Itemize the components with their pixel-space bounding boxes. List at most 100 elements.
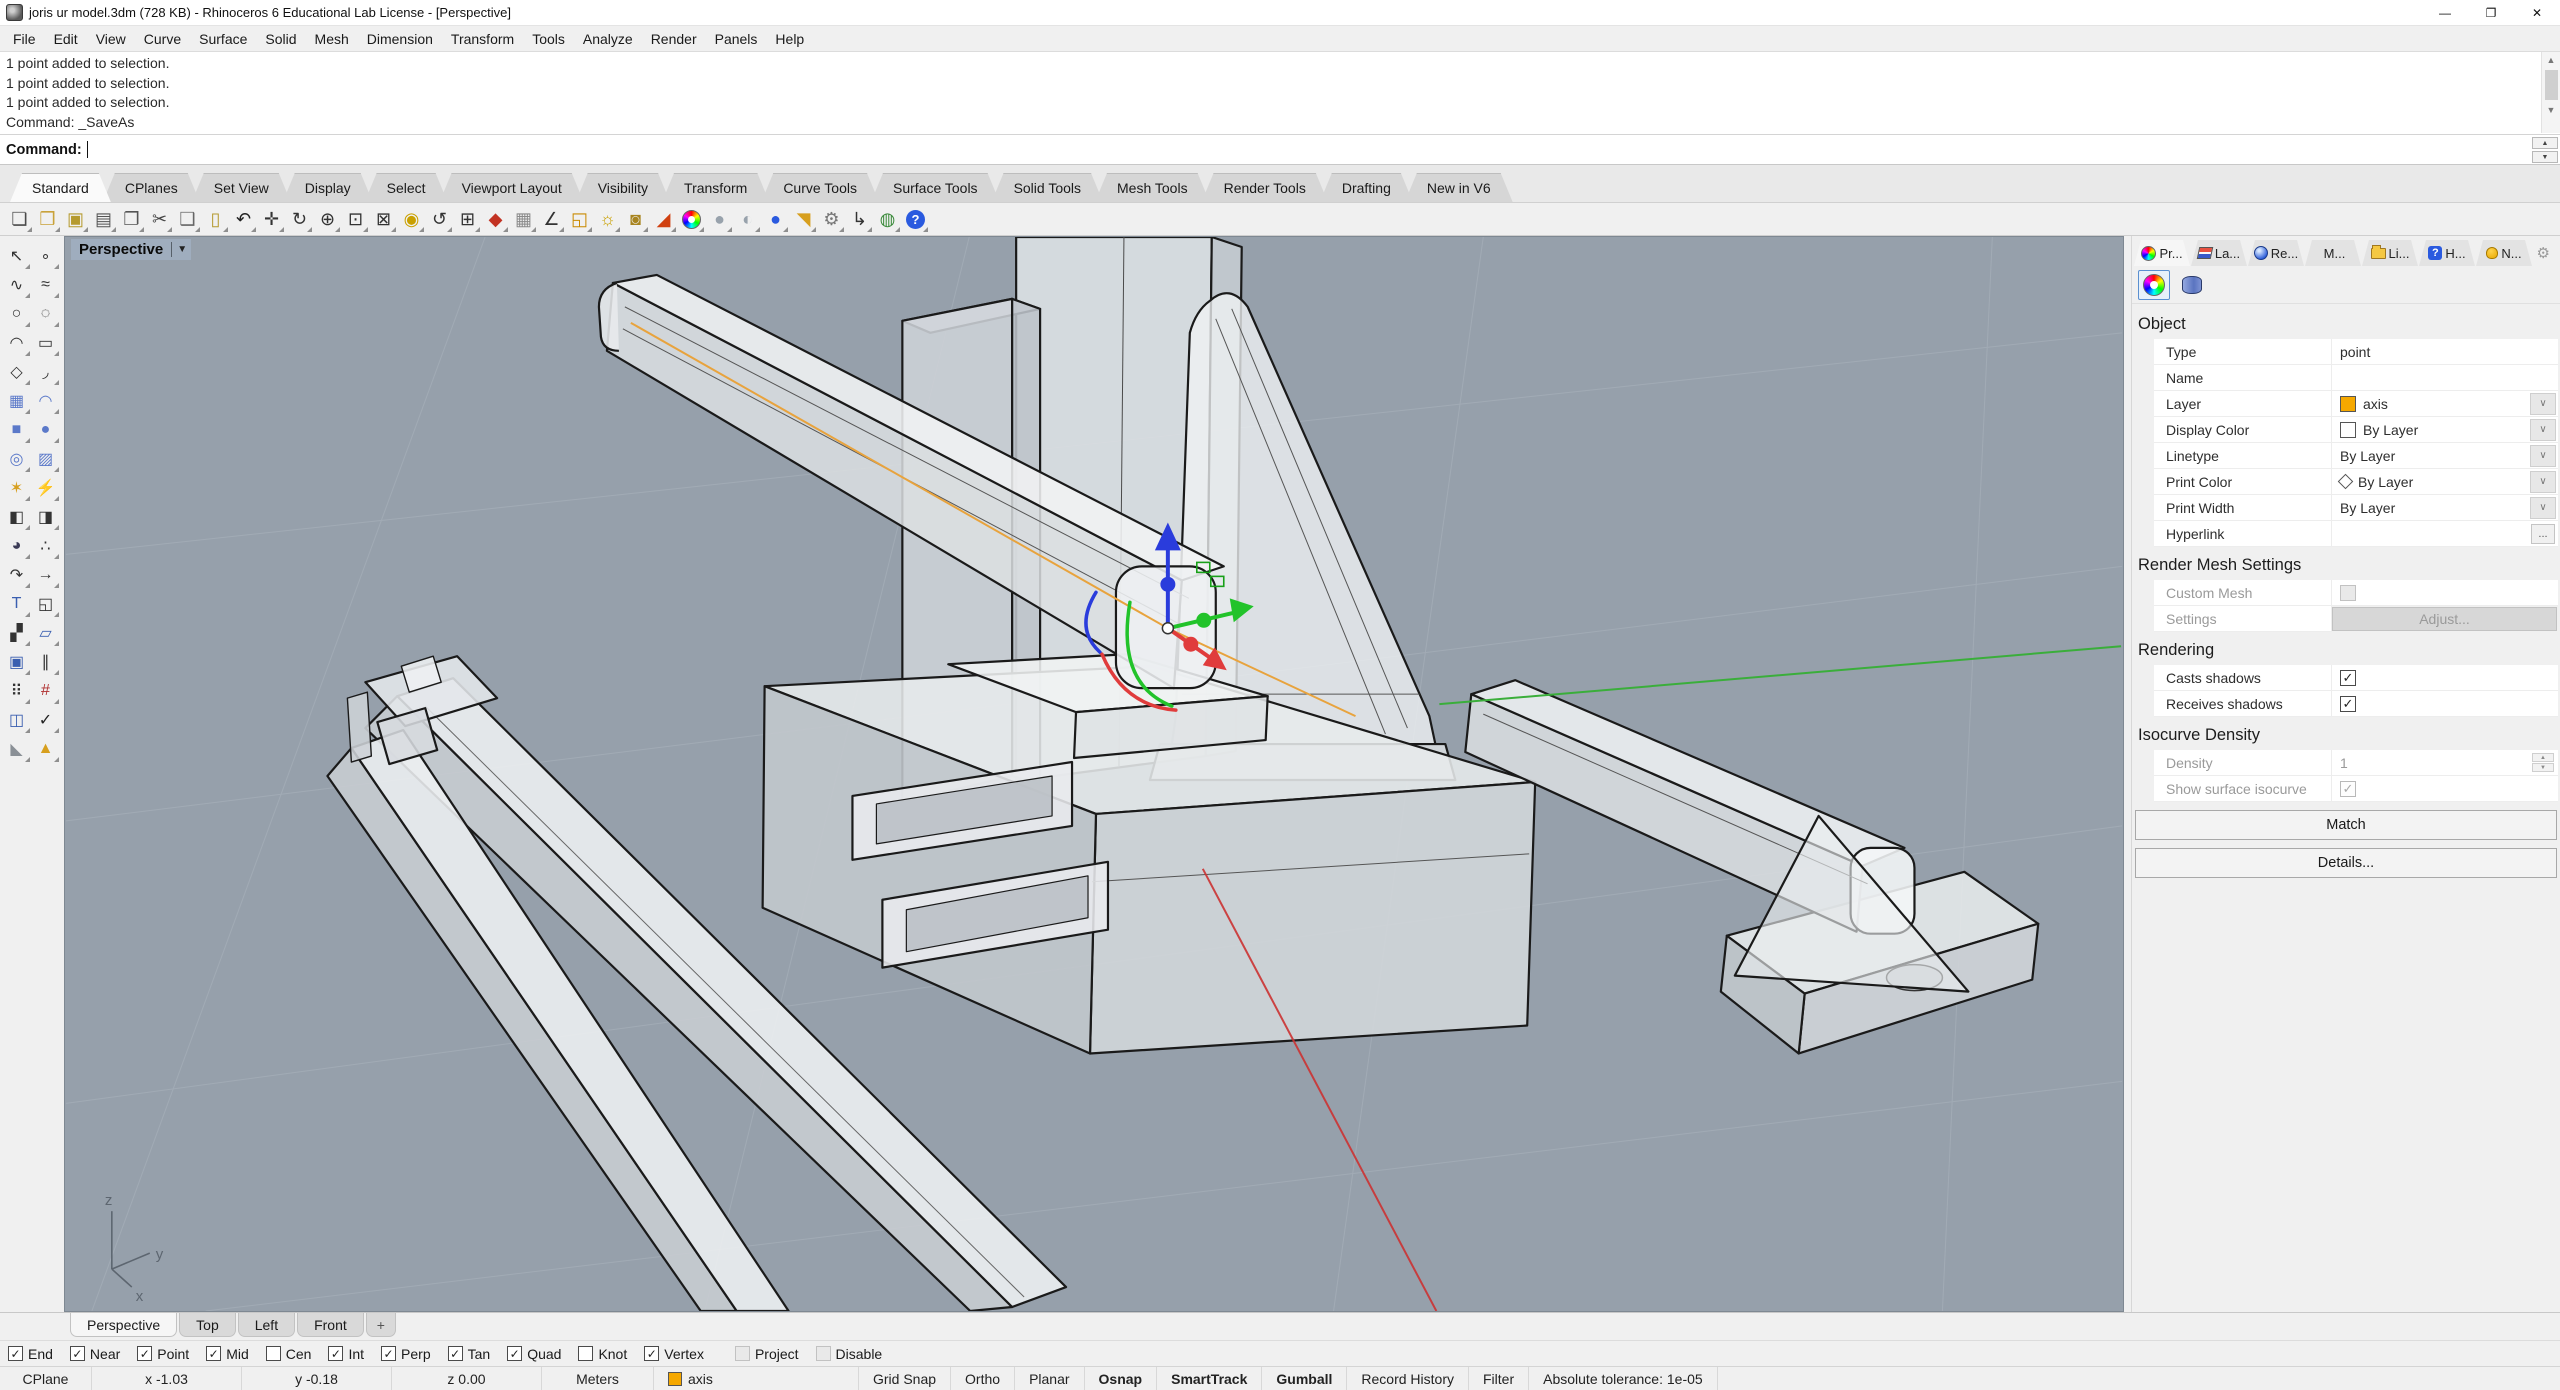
menu-edit[interactable]: Edit — [45, 28, 87, 50]
subtab-material-properties[interactable] — [2176, 270, 2208, 300]
ghosted-viewport-icon[interactable]: ◐ — [734, 206, 761, 233]
panel-tab-notifications[interactable]: N... — [2476, 240, 2532, 266]
property-value[interactable]: axis — [2332, 391, 2528, 417]
toolbar-tab-set-view[interactable]: Set View — [192, 173, 291, 202]
restore-button[interactable]: ❐ — [2468, 0, 2514, 25]
text-object-icon[interactable]: T — [3, 590, 30, 617]
pan-view-icon[interactable]: ✛ — [258, 206, 285, 233]
lock-icon[interactable]: ◙ — [622, 206, 649, 233]
split-icon[interactable]: ◨ — [32, 503, 59, 530]
scroll-up-icon[interactable]: ▲ — [2542, 52, 2560, 68]
panel-tab-help[interactable]: H... — [2419, 240, 2475, 266]
toolbar-tab-drafting[interactable]: Drafting — [1320, 173, 1413, 202]
print-icon[interactable]: ▤ — [90, 206, 117, 233]
scrollbar-thumb[interactable] — [2545, 70, 2558, 100]
panel-tab-layers[interactable]: La... — [2191, 240, 2247, 266]
toolbar-tab-surface-tools[interactable]: Surface Tools — [871, 173, 1000, 202]
arc-icon[interactable]: ◠ — [3, 329, 30, 356]
surface-from-points-icon[interactable]: ▦ — [3, 387, 30, 414]
save-icon[interactable]: ▣ — [62, 206, 89, 233]
analyze-angle-icon[interactable]: ∠ — [538, 206, 565, 233]
new-file-icon[interactable]: ❏ — [6, 206, 33, 233]
density-spinner[interactable]: ▲▼ — [2532, 753, 2554, 772]
change-layer-icon[interactable]: ▱ — [32, 619, 59, 646]
osnap-perp-checkbox[interactable] — [381, 1346, 396, 1361]
panel-tab-libraries[interactable]: Li... — [2362, 240, 2418, 266]
hyperlink-browse-button[interactable]: ... — [2531, 524, 2555, 544]
block-tools-icon[interactable]: ▞ — [3, 619, 30, 646]
osnap-point-checkbox[interactable] — [137, 1346, 152, 1361]
property-value[interactable] — [2332, 580, 2528, 606]
panel-tab-rendering[interactable]: Re... — [2248, 240, 2304, 266]
property-value[interactable]: By Layer — [2332, 417, 2528, 443]
spin-down-icon[interactable]: ▼ — [2532, 763, 2554, 772]
status-filter[interactable]: Filter — [1469, 1367, 1529, 1390]
ellipse-icon[interactable]: ◌ — [32, 300, 59, 327]
toolbar-tab-select[interactable]: Select — [365, 173, 448, 202]
lights-icon[interactable]: ∥ — [32, 648, 59, 675]
prompt-spin-down-icon[interactable]: ▼ — [2532, 151, 2558, 163]
zoom-selected-icon[interactable]: ◉ — [398, 206, 425, 233]
toolbar-tab-cplanes[interactable]: CPlanes — [103, 173, 200, 202]
property-value[interactable]: By Layer — [2332, 495, 2528, 521]
zoom-window-icon[interactable]: ⊡ — [342, 206, 369, 233]
osnap-tan-checkbox[interactable] — [448, 1346, 463, 1361]
menu-mesh[interactable]: Mesh — [306, 28, 358, 50]
osnap-point[interactable]: Point — [137, 1346, 189, 1362]
rendered-viewport-icon[interactable]: ● — [762, 206, 789, 233]
osnap-knot-checkbox[interactable] — [578, 1346, 593, 1361]
osnap-mid-checkbox[interactable] — [206, 1346, 221, 1361]
hide-objects-icon[interactable]: ▦ — [510, 206, 537, 233]
visibility-toggle-icon[interactable]: ▣ — [3, 648, 30, 675]
options-gear-icon[interactable]: ⚙ — [818, 206, 845, 233]
panel-gear-icon[interactable]: ⚙ — [2537, 244, 2558, 266]
select-arrow-icon[interactable]: ↖ — [3, 242, 30, 269]
named-cplane-icon[interactable]: ◱ — [566, 206, 593, 233]
property-value[interactable]: By Layer — [2332, 469, 2528, 495]
selected-point[interactable] — [1162, 623, 1173, 634]
curve-control-points-icon[interactable]: ∿ — [3, 271, 30, 298]
details-button[interactable]: Details... — [2135, 848, 2557, 878]
toolbar-tab-transform[interactable]: Transform — [662, 173, 769, 202]
osnap-vertex[interactable]: Vertex — [644, 1346, 704, 1362]
osnap-tan[interactable]: Tan — [448, 1346, 491, 1362]
osnap-project[interactable]: Project — [735, 1346, 799, 1362]
pyramid-primitive-icon[interactable]: ▲ — [32, 735, 59, 762]
osnap-cen-checkbox[interactable] — [266, 1346, 281, 1361]
status-meters[interactable]: Meters — [542, 1367, 654, 1390]
chevron-down-icon[interactable]: ∨ — [2530, 445, 2556, 467]
shaded-viewport-icon[interactable]: ● — [706, 206, 733, 233]
box-icon[interactable]: ■ — [3, 416, 30, 443]
toolbar-tab-standard[interactable]: Standard — [10, 173, 111, 202]
rotate-view-icon[interactable]: ↻ — [286, 206, 313, 233]
status-grid-snap[interactable]: Grid Snap — [859, 1367, 951, 1390]
blend-surface-icon[interactable]: ◕ — [3, 532, 30, 559]
toolbar-tab-display[interactable]: Display — [283, 173, 373, 202]
menu-help[interactable]: Help — [766, 28, 813, 50]
cone-primitive-icon[interactable]: ◣ — [3, 735, 30, 762]
match-button[interactable]: Match — [2135, 810, 2557, 840]
array-icon[interactable]: ⠿ — [3, 677, 30, 704]
viewport-tab-left[interactable]: Left — [238, 1313, 295, 1337]
viewport-title[interactable]: Perspective ▼ — [71, 239, 191, 260]
osnap-disable[interactable]: Disable — [816, 1346, 883, 1362]
toolbar-tab-curve-tools[interactable]: Curve Tools — [761, 173, 879, 202]
scroll-down-icon[interactable]: ▼ — [2542, 102, 2560, 118]
curve-interpolate-icon[interactable]: ≈ — [32, 271, 59, 298]
menu-solid[interactable]: Solid — [256, 28, 305, 50]
menu-panels[interactable]: Panels — [706, 28, 767, 50]
menu-file[interactable]: File — [4, 28, 45, 50]
gumball-toggle-icon[interactable]: ↳ — [846, 206, 873, 233]
menu-curve[interactable]: Curve — [135, 28, 190, 50]
sphere-icon[interactable]: ● — [32, 416, 59, 443]
osnap-project-checkbox[interactable] — [735, 1346, 750, 1361]
menu-render[interactable]: Render — [642, 28, 706, 50]
osnap-disable-checkbox[interactable] — [816, 1346, 831, 1361]
osnap-mid[interactable]: Mid — [206, 1346, 249, 1362]
undo-view-change-icon[interactable]: ↺ — [426, 206, 453, 233]
osnap-int-checkbox[interactable] — [328, 1346, 343, 1361]
explode-icon[interactable]: ⚡ — [32, 474, 59, 501]
copy-icon[interactable]: ❑ — [174, 206, 201, 233]
toolbar-tab-visibility[interactable]: Visibility — [576, 173, 670, 202]
earth-icon[interactable]: ◍ — [874, 206, 901, 233]
